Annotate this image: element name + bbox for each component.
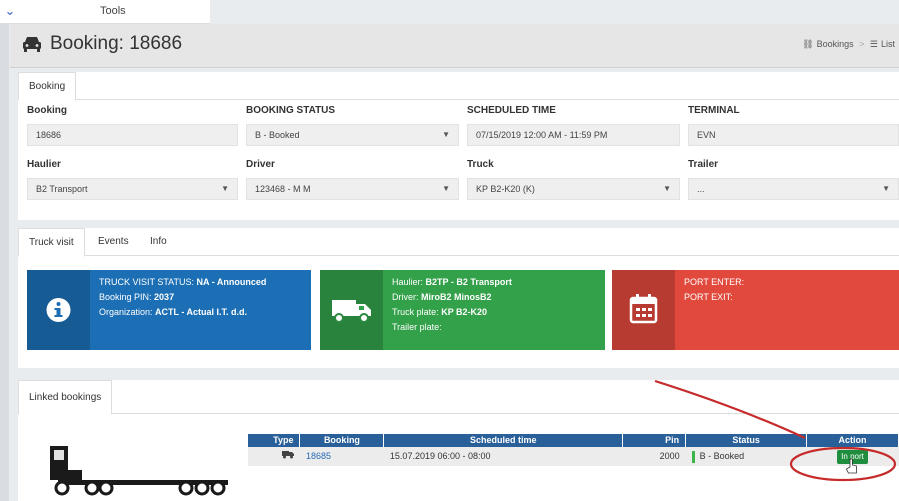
truck-select[interactable]: KP B2-K20 (K) ▼ [467,178,680,200]
trailer-select[interactable]: ... ▼ [688,178,899,200]
caret-down-icon: ▼ [442,130,450,139]
booking-pin-value: 2037 [154,292,175,302]
card-icon-box [27,270,90,350]
driver-value: 123468 - M M [255,184,311,194]
organization-value: ACTL - Actual I.T. d.d. [155,307,248,317]
column-header-scheduled-time[interactable]: Scheduled time [383,434,624,447]
driver-card-label: Driver: [392,292,419,302]
visit-status-label: TRUCK VISIT STATUS: [99,277,195,287]
linked-bookings-panel: Linked bookings Type Booking Scheduled t… [18,380,899,501]
caret-down-icon: ▼ [663,184,671,193]
action-cell: In port [806,447,899,466]
table-row[interactable]: 18685 15.07.2019 06:00 - 08:00 2000 B - … [248,447,899,466]
tab-linked-bookings[interactable]: Linked bookings [18,380,113,415]
scheduled-time-label: SCHEDULED TIME [467,105,556,116]
booking-cell[interactable]: 18685 [299,447,384,466]
transport-card: Haulier: B2TP - B2 Transport Driver: Mir… [320,270,605,350]
booking-link[interactable]: 18685 [306,451,331,461]
haulier-select[interactable]: B2 Transport ▼ [27,178,238,200]
calendar-icon [629,294,658,324]
terminal-field[interactable]: EVN [688,124,899,146]
port-exit-label: PORT EXIT: [684,292,733,302]
visit-status-text: TRUCK VISIT STATUS: NA - Announced Booki… [99,275,266,320]
left-edge [0,24,9,501]
caret-down-icon: ▼ [882,184,890,193]
truck-visit-panel: Truck visit Events Info TRUCK VISIT STAT… [18,228,899,368]
booking-panel: Booking Booking 18686 BOOKING STATUS B -… [18,72,899,220]
booking-status-value: B - Booked [255,130,300,140]
truck-plate-value: KP B2-K20 [441,307,488,317]
booking-tabbar: Booking [18,72,899,101]
visit-tabbar: Truck visit Events Info [18,228,899,257]
column-header-status[interactable]: Status [685,434,808,447]
terminal-label: TERMINAL [688,105,740,116]
pin-cell: 2000 [622,447,686,466]
column-header-booking[interactable]: Booking [299,434,385,447]
table-header-row: Type Booking Scheduled time Pin Status A… [248,434,899,447]
booking-status-label: BOOKING STATUS [246,105,336,116]
truck-icon [332,300,371,323]
status-cell: B - Booked [685,447,807,466]
page-title: Booking: 18686 [50,33,183,54]
tab-booking[interactable]: Booking [18,72,77,101]
status-indicator [691,450,695,463]
tab-events[interactable]: Events [88,228,139,256]
in-port-button[interactable]: In port [837,450,868,464]
organization-label: Organization: [99,307,153,317]
port-enter-label: PORT ENTER: [684,277,745,287]
type-cell [248,447,300,466]
linked-tabbar: Linked bookings [18,380,899,415]
trailer-plate-label: Trailer plate: [392,322,442,332]
breadcrumb-bookings[interactable]: Bookings [817,39,854,49]
driver-label: Driver [246,159,275,170]
haulier-card-label: Haulier: [392,277,424,287]
truck-label: Truck [467,159,494,170]
port-card: PORT ENTER: PORT EXIT: [612,270,899,350]
caret-down-icon: ▼ [221,184,229,193]
status-text: B - Booked [699,451,745,461]
column-header-pin[interactable]: Pin [622,434,687,447]
column-header-action[interactable]: Action [806,434,899,447]
page-header: Booking: 18686 ⛓ Bookings > ☰ List [10,24,899,68]
visit-status-card: TRUCK VISIT STATUS: NA - Announced Booki… [27,270,311,350]
transport-text: Haulier: B2TP - B2 Transport Driver: Mir… [392,275,512,335]
breadcrumb-list[interactable]: List [881,39,895,49]
linked-bookings-table: Type Booking Scheduled time Pin Status A… [248,434,899,466]
tab-truck-visit[interactable]: Truck visit [18,228,85,257]
booking-label: Booking [27,105,67,116]
trailer-value: ... [697,184,705,194]
trailer-label: Trailer [688,159,719,170]
haulier-value: B2 Transport [36,184,88,194]
info-icon [46,298,71,322]
booking-field[interactable]: 18686 [27,124,238,146]
tools-label: Tools [100,5,126,17]
booking-pin-label: Booking PIN: [99,292,152,302]
column-header-type[interactable]: Type [248,434,301,447]
booking-status-select[interactable]: B - Booked ▼ [246,124,459,146]
port-text: PORT ENTER: PORT EXIT: [684,275,744,305]
haulier-card-value: B2TP - B2 Transport [425,277,512,287]
card-icon-box [612,270,675,350]
haulier-label: Haulier [27,159,61,170]
driver-select[interactable]: 123468 - M M ▼ [246,178,459,200]
scheduled-time-field[interactable]: 07/15/2019 12:00 AM - 11:59 PM [467,124,680,146]
car-icon: ⛓ [802,39,814,49]
truck-value: KP B2-K20 (K) [476,184,535,194]
card-icon-box [320,270,383,350]
scheduled-time-cell: 15.07.2019 06:00 - 08:00 [383,447,623,466]
list-icon: ☰ [869,39,878,49]
driver-card-value: MiroB2 MinosB2 [421,292,492,302]
tools-bar[interactable]: ⌄ Tools [0,0,210,24]
tab-info[interactable]: Info [140,228,177,256]
visit-status-value: NA - Announced [196,277,267,287]
truck-plate-label: Truck plate: [392,307,439,317]
car-icon [23,37,41,52]
truck-trailer-illustration [50,446,228,496]
page: ⌄ Tools Booking: 18686 ⛓ Bookings > ☰ List… [0,0,899,501]
breadcrumb-separator: > [859,39,865,49]
breadcrumb: ⛓ Bookings > ☰ List [799,39,895,50]
truck-icon [281,451,294,459]
chevron-down-icon[interactable]: ⌄ [2,3,18,19]
caret-down-icon: ▼ [442,184,450,193]
